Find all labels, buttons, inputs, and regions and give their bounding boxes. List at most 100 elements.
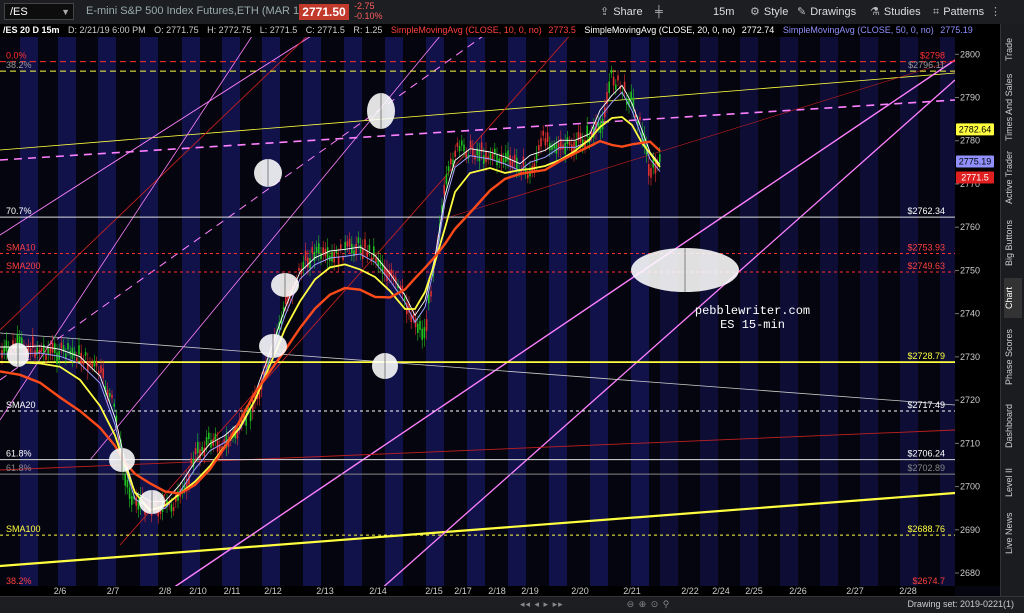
level-left-label: SMA20 — [6, 400, 36, 410]
date-label: 2/26 — [789, 586, 807, 596]
share-button[interactable]: ⇪ Share — [600, 4, 643, 20]
date-label: 2/27 — [846, 586, 864, 596]
scroll-controls[interactable]: ◂◂ ◂ ▸ ▸▸ ⊖ ⊕ ⊙ ⚲ — [520, 599, 670, 610]
candle-body — [311, 247, 313, 253]
share-label: Share — [613, 6, 643, 18]
sma50-legend[interactable]: SimpleMovingAvg (CLOSE, 50, 0, no) — [783, 25, 934, 35]
studies-button[interactable]: ⚗ Studies — [870, 4, 921, 20]
side-tab-big-buttons[interactable]: Big Buttons — [1004, 212, 1022, 274]
price-tick-label: 2720 — [960, 395, 980, 405]
side-tab-live-news[interactable]: Live News — [1004, 508, 1022, 558]
candle-body — [126, 479, 129, 488]
candle-body — [87, 360, 89, 372]
candle-body — [43, 344, 45, 354]
candle-body — [463, 144, 465, 152]
session-band — [344, 37, 362, 586]
sma50-value: 2775.19 — [940, 25, 973, 35]
level-right-label: $2728.79 — [907, 351, 945, 361]
candle-body — [612, 76, 615, 86]
side-tab-active-trader[interactable]: Active Trader — [1004, 146, 1022, 208]
candle-body — [485, 150, 487, 163]
price-tick-label: 2760 — [960, 222, 980, 232]
session-band — [58, 37, 76, 586]
candle-body — [450, 158, 452, 165]
candle-body — [304, 250, 307, 261]
top-toolbar: /ES ▼ E-mini S&P 500 Index Futures,ETH (… — [0, 0, 1024, 25]
sma10-legend[interactable]: SimpleMovingAvg (CLOSE, 10, 0, no) — [391, 25, 542, 35]
patterns-icon: ⌗ — [933, 6, 940, 18]
candlestick-icon: ╪ — [655, 6, 663, 18]
session-band — [467, 37, 485, 586]
level-right-label: $2753.93 — [907, 242, 945, 252]
candle-body — [489, 153, 492, 160]
level-left-label: 38.2% — [6, 576, 32, 586]
sma20-legend[interactable]: SimpleMovingAvg (CLOSE, 20, 0, no) — [584, 25, 735, 35]
pencil-icon: ✎ — [797, 6, 807, 18]
date-label: 2/17 — [454, 586, 472, 596]
candle-body — [456, 142, 459, 147]
share-icon: ⇪ — [600, 6, 610, 18]
drawings-button[interactable]: ✎ Drawings — [797, 4, 856, 20]
date-label: 2/8 — [159, 586, 172, 596]
candle-body — [375, 257, 377, 263]
patterns-button[interactable]: ⌗ Patterns — [933, 4, 984, 20]
bar-close: C: 2771.5 — [305, 25, 345, 35]
candle-body — [364, 239, 366, 249]
date-label: 2/20 — [571, 586, 589, 596]
candle-body — [331, 252, 333, 262]
candle-body — [355, 243, 357, 254]
level-right-label: $2674.7 — [912, 576, 945, 586]
candle-body — [564, 142, 566, 155]
candle-body — [45, 354, 47, 360]
bottom-bar: ◂◂ ◂ ▸ ▸▸ ⊖ ⊕ ⊙ ⚲ Drawing set: 2019-0221… — [0, 596, 1024, 613]
level-left-label: SMA200 — [6, 261, 41, 271]
candle-body — [544, 138, 547, 146]
instrument-description: E-mini S&P 500 Index Futures,ETH (MAR 19… — [86, 5, 309, 17]
drawing-set-label[interactable]: Drawing set: 2019-0221(1) — [907, 599, 1014, 609]
date-label: 2/6 — [54, 586, 67, 596]
candle-body — [170, 504, 173, 512]
candle-body — [346, 241, 349, 247]
level-right-label: $2762.34 — [907, 206, 945, 216]
symbol-selector[interactable]: /ES ▼ — [4, 3, 74, 20]
candle-body — [58, 351, 60, 360]
price-tick-label: 2800 — [960, 49, 980, 59]
candle-body — [342, 257, 344, 261]
watermark-line1: pebblewriter.com — [694, 304, 811, 318]
candle-body — [318, 243, 320, 254]
chevron-down-icon: ▼ — [61, 7, 70, 17]
price-tick-label: 2700 — [960, 482, 980, 492]
side-tab-dashboard[interactable]: Dashboard — [1004, 396, 1022, 456]
date-axis-background — [0, 586, 955, 596]
level-left-label: 61.8% — [6, 449, 32, 459]
interval-button[interactable]: 15m — [713, 4, 734, 20]
side-tab-chart[interactable]: Chart — [1004, 278, 1022, 318]
candle-body — [469, 140, 472, 148]
style-button[interactable]: ⚙ Style — [750, 4, 788, 20]
candle-body — [34, 350, 36, 358]
candle-body — [100, 365, 102, 373]
bar-date: D: 2/21/19 6:00 PM — [68, 25, 146, 35]
chart-type-button[interactable]: ╪ — [655, 4, 667, 20]
candle-body — [113, 403, 115, 407]
gear-icon: ⚙ — [750, 6, 760, 18]
side-tab-phase-scores[interactable]: Phase Scores — [1004, 322, 1022, 392]
candle-body — [172, 507, 175, 511]
price-tick-label: 2790 — [960, 93, 980, 103]
side-tab-level-ii[interactable]: Level II — [1004, 460, 1022, 504]
candle-body — [650, 168, 652, 178]
date-label: 2/22 — [681, 586, 699, 596]
candle-body — [610, 70, 613, 74]
symbol-label: /ES — [10, 6, 28, 18]
side-tab-times-and-sales[interactable]: Times And Sales — [1004, 72, 1022, 142]
session-band — [860, 37, 878, 586]
side-tab-trade[interactable]: Trade — [1004, 30, 1022, 68]
menu-icon[interactable]: ⋮ — [990, 4, 1001, 20]
sma10-value: 2773.5 — [548, 25, 576, 35]
candle-body — [102, 368, 104, 379]
candle-body — [109, 393, 111, 397]
candle-body — [199, 449, 201, 459]
candle-body — [95, 361, 98, 367]
price-chart[interactable]: 2800279027802770276027502740273027202710… — [0, 24, 1000, 596]
level-left-label: 70.7% — [6, 206, 32, 216]
